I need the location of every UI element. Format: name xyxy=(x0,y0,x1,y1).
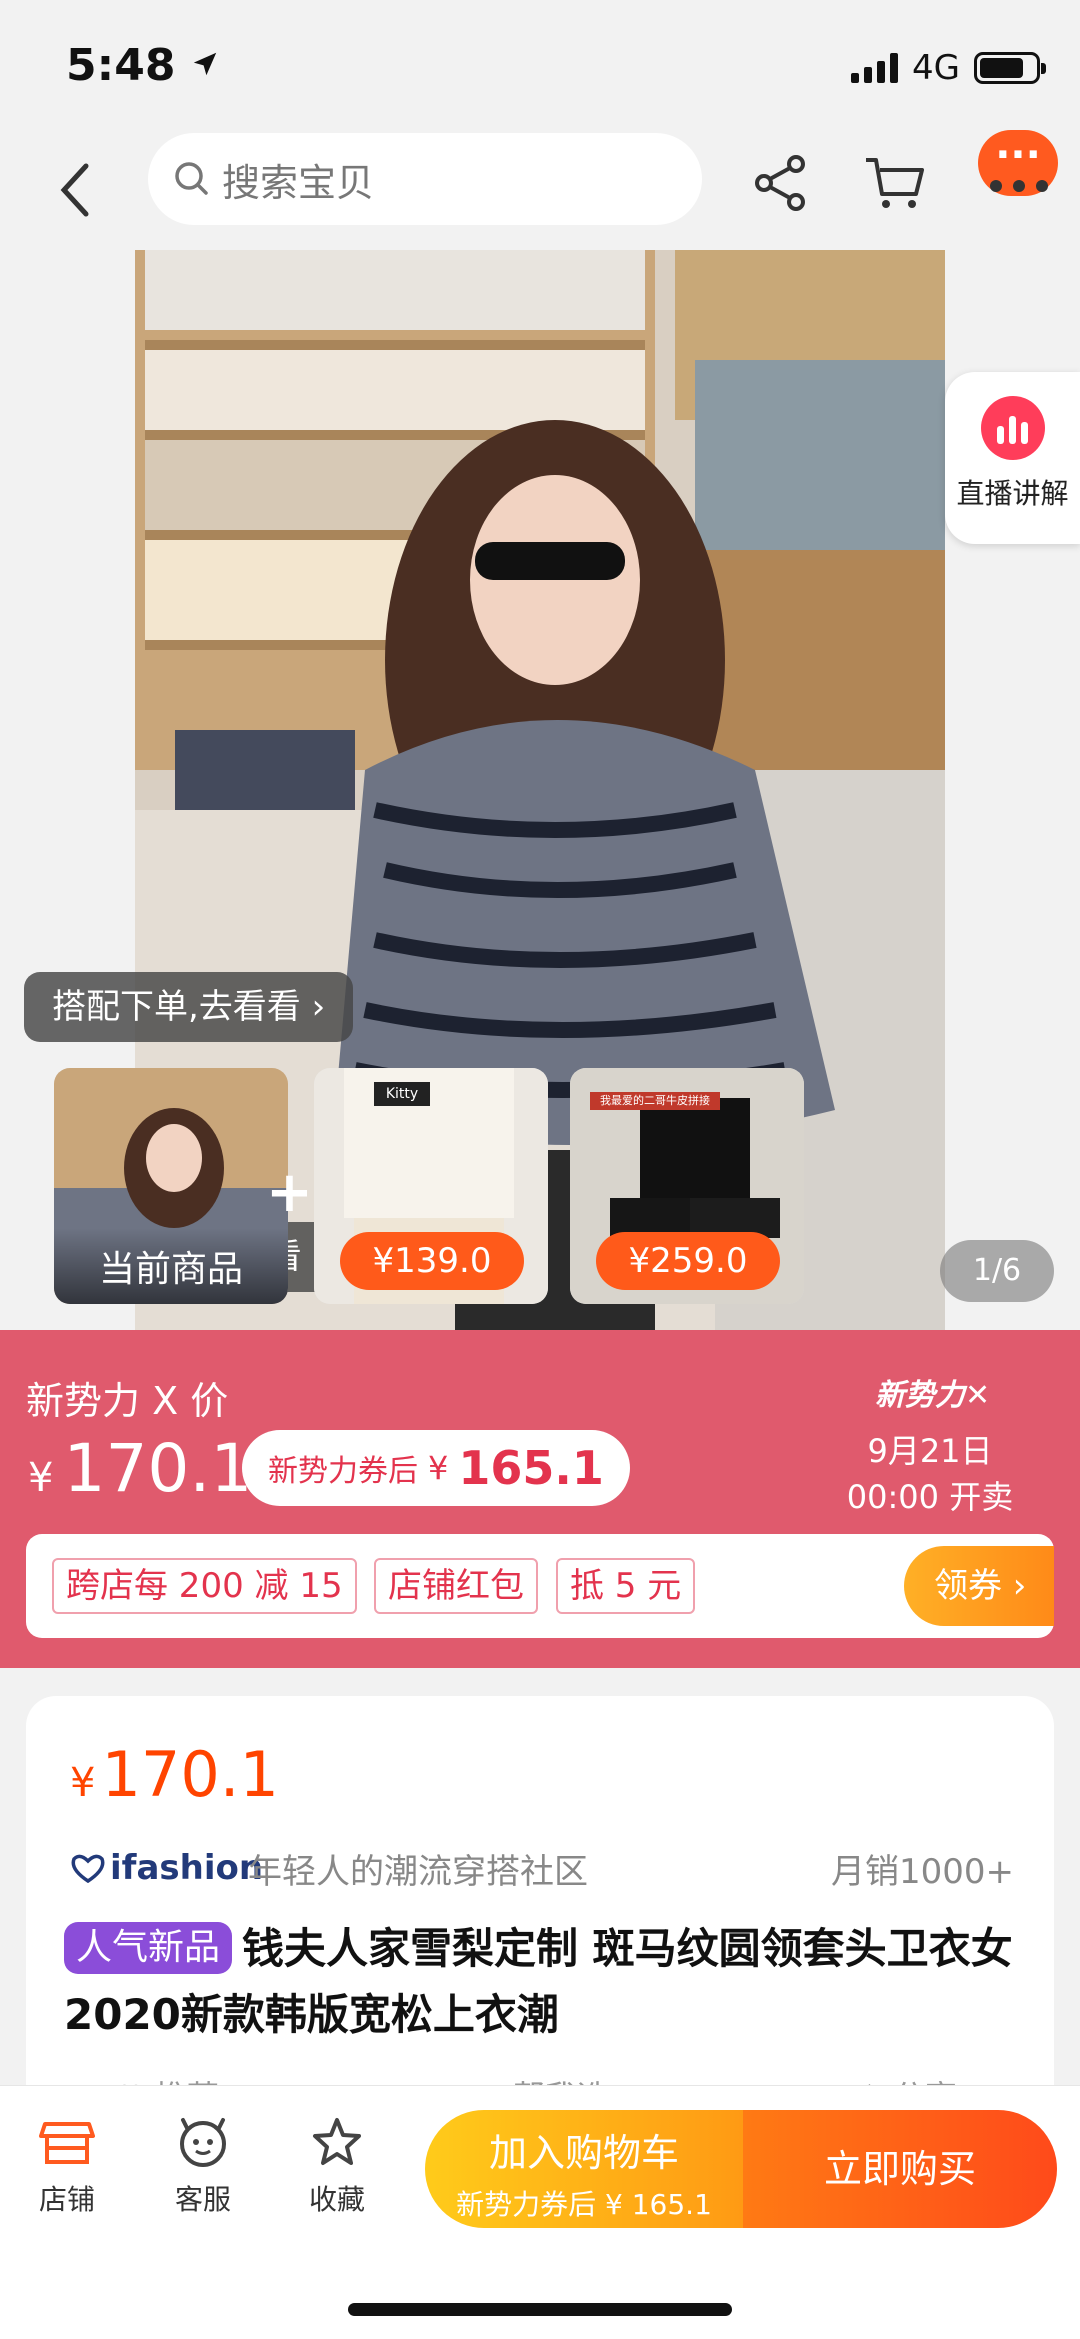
coupon-tag-discount[interactable]: 抵 5 元 xyxy=(556,1558,696,1614)
product-price-currency: ¥ xyxy=(70,1760,96,1806)
status-time: 5:48 xyxy=(66,40,219,91)
store-button[interactable]: 店铺 xyxy=(12,2116,122,2218)
promo-date: 9月21日 xyxy=(867,1432,993,1470)
ifashion-text: ifashion xyxy=(110,1848,264,1888)
battery-icon xyxy=(974,52,1046,84)
thumb-combo-item-1[interactable]: Kitty ¥139.0 xyxy=(314,1068,548,1304)
promo-price-value: 170.1 xyxy=(63,1430,253,1507)
promo-title: 新势力 X 价 xyxy=(26,1379,229,1423)
ifashion-heart-icon xyxy=(71,1854,105,1883)
thumb-combo-caption-2: 我最爱的二哥牛皮拼接 xyxy=(600,1094,710,1107)
location-arrow-icon xyxy=(193,52,216,76)
coupon-price-pill: 新势力券后 ¥ 165.1 xyxy=(242,1430,630,1506)
coupon-strip[interactable]: 跨店每 200 减 15 店铺红包 抵 5 元 领券 › xyxy=(26,1534,1054,1638)
favorite-label: 收藏 xyxy=(308,2183,365,2216)
thumb-combo-price-1: ¥139.0 xyxy=(340,1232,524,1290)
coupon-tag-store-redpacket[interactable]: 店铺红包 xyxy=(374,1558,538,1614)
back-arrow-icon[interactable] xyxy=(54,160,104,220)
thumb-current-item[interactable]: 当前商品 xyxy=(54,1068,288,1304)
claim-coupon-button[interactable]: 领券 › xyxy=(904,1546,1054,1626)
add-to-cart-label: 加入购物车 xyxy=(488,2131,679,2175)
customer-service-label: 客服 xyxy=(174,2183,231,2216)
buy-now-button[interactable]: 立即购买 xyxy=(743,2110,1057,2228)
promo-price: ¥ 170.1 xyxy=(28,1430,252,1507)
add-to-cart-sub: 新势力券后 ¥ 165.1 xyxy=(456,2188,712,2221)
ifashion-logo[interactable]: ifashion xyxy=(70,1848,263,1888)
live-label: 直播讲解 xyxy=(956,477,1069,510)
promo-sale-time: 9月21日 00:00 开卖 xyxy=(800,1428,1060,1520)
thumb-combo-price-2: ¥259.0 xyxy=(596,1232,780,1290)
share-icon[interactable] xyxy=(748,150,814,216)
monthly-sales: 月销1000+ xyxy=(830,1852,1014,1892)
clock: 5:48 xyxy=(66,40,176,91)
coupon-tag-cross-store[interactable]: 跨店每 200 减 15 xyxy=(52,1558,357,1614)
plus-icon: + xyxy=(266,1160,313,1225)
add-to-cart-button[interactable]: 加入购物车 新势力券后 ¥ 165.1 xyxy=(425,2110,743,2228)
cart-icon[interactable] xyxy=(862,150,928,216)
promo-time: 00:00 开卖 xyxy=(846,1478,1014,1516)
home-indicator[interactable] xyxy=(348,2303,732,2316)
coupon-price-currency: ¥ xyxy=(428,1449,449,1487)
status-indicators: 4G xyxy=(851,48,1046,88)
product-info-card: ¥ 170.1 ifashion 年轻人的潮流穿搭社区 月销1000+ 人气新品… xyxy=(26,1696,1054,2116)
network-label: 4G xyxy=(912,48,960,88)
product-price-value: 170.1 xyxy=(101,1738,279,1811)
product-price: ¥ 170.1 xyxy=(70,1738,279,1811)
favorite-button[interactable]: 收藏 xyxy=(282,2116,392,2218)
promo-logo: 新势力✕ xyxy=(875,1378,991,1413)
product-title: 人气新品 钱夫人家雪梨定制 斑马纹圆领套头卫衣女2020新款韩版宽松上衣潮 xyxy=(64,1916,1034,2048)
store-icon xyxy=(39,2122,95,2164)
coupon-price-value: 165.1 xyxy=(458,1441,604,1495)
live-explain-button[interactable]: 直播讲解 xyxy=(945,372,1080,544)
coupon-price-label: 新势力券后 xyxy=(268,1454,418,1489)
combo-order-tag[interactable]: 搭配下单,去看看 › xyxy=(24,972,354,1042)
live-icon xyxy=(980,396,1045,460)
star-icon xyxy=(313,2118,361,2165)
search-placeholder: 搜索宝贝 xyxy=(222,160,375,205)
thumb-combo-caption-1: Kitty xyxy=(385,1086,419,1102)
thumb-combo-item-2[interactable]: 我最爱的二哥牛皮拼接 ¥259.0 xyxy=(570,1068,804,1304)
status-bar: 5:48 4G xyxy=(0,0,1080,130)
promo-banner: 新势力 X 价 ¥ 170.1 新势力券后 ¥ 165.1 新势力✕ 9月21日… xyxy=(0,1330,1080,1668)
bottom-action-bar: 店铺 客服 收藏 加入购物车 新势力券后 ¥ 165.1 立即购买 xyxy=(0,2085,1080,2339)
ifashion-slogan: 年轻人的潮流穿搭社区 xyxy=(248,1852,588,1892)
customer-service-button[interactable]: 客服 xyxy=(148,2116,258,2218)
signal-icon xyxy=(851,53,899,83)
more-button[interactable]: ··· xyxy=(978,130,1058,226)
hot-new-badge: 人气新品 xyxy=(64,1922,233,1974)
search-input[interactable]: 搜索宝贝 xyxy=(148,133,702,225)
store-label: 店铺 xyxy=(38,2183,95,2216)
customer-service-icon xyxy=(180,2118,226,2167)
top-nav: 搜索宝贝 ··· xyxy=(0,130,1080,250)
promo-price-currency: ¥ xyxy=(28,1455,54,1501)
search-icon xyxy=(175,162,208,195)
more-dots-icon xyxy=(990,180,1048,192)
image-pager: 1/6 xyxy=(940,1240,1054,1302)
thumb-current-label: 当前商品 xyxy=(54,1228,288,1304)
